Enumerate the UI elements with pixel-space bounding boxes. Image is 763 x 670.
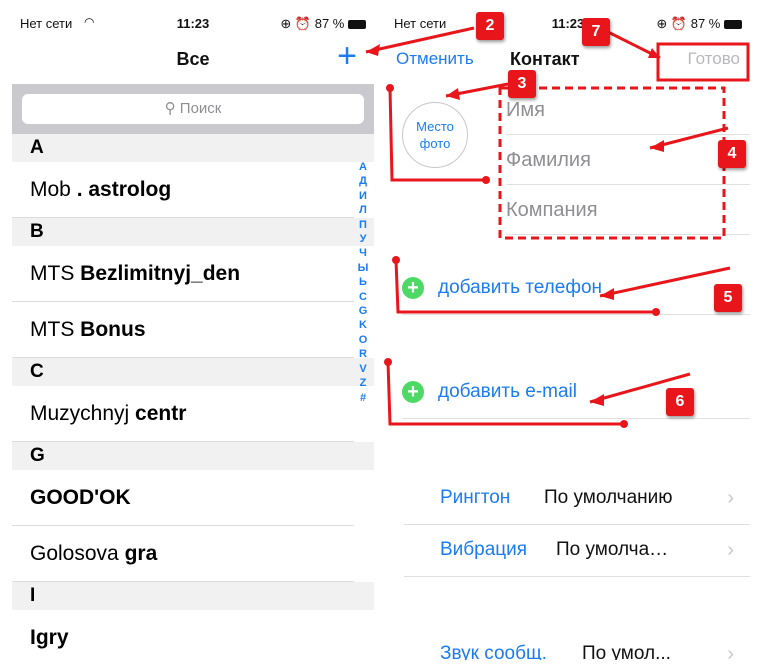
bracket-6 xyxy=(386,361,624,426)
names-box xyxy=(498,86,726,240)
arrow-2 xyxy=(365,26,475,54)
bracket-5 xyxy=(394,259,656,314)
annotation-badge: 6 xyxy=(666,388,694,416)
done-box xyxy=(656,42,750,82)
annotation-badge: 3 xyxy=(508,70,536,98)
annotation-badge: 5 xyxy=(714,284,742,312)
annotation-badge: 2 xyxy=(476,12,504,40)
annotation-badge: 4 xyxy=(718,140,746,168)
arrow-5 xyxy=(599,266,731,298)
annotation-overlay xyxy=(365,26,750,428)
annotation-badge: 7 xyxy=(582,18,610,46)
bracket-3 xyxy=(388,87,486,182)
